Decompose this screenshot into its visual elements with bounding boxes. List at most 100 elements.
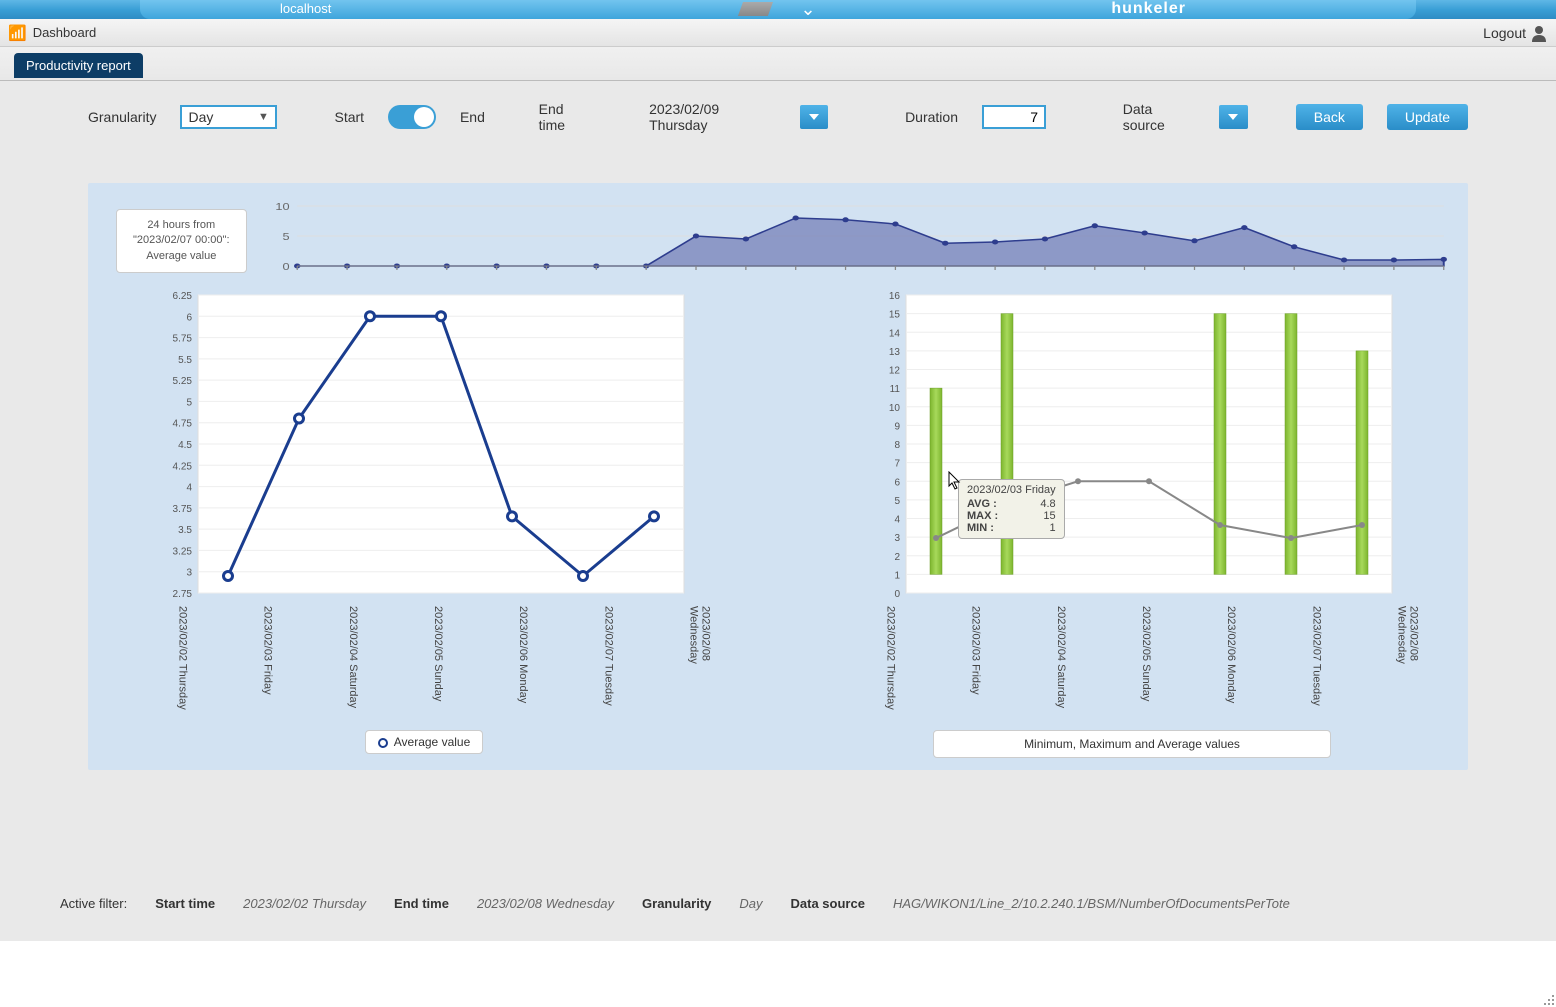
start-label: Start xyxy=(334,109,364,125)
svg-text:3.75: 3.75 xyxy=(173,504,193,515)
svg-text:3.25: 3.25 xyxy=(173,546,193,557)
end-label: End xyxy=(460,109,485,125)
svg-text:9: 9 xyxy=(894,421,900,432)
user-icon xyxy=(1530,24,1548,42)
info-line2: "2023/02/07 00:00": xyxy=(133,233,230,248)
svg-text:4.5: 4.5 xyxy=(178,440,192,451)
x-axis-label: 2023/02/04 Saturday xyxy=(347,606,359,716)
nav-right[interactable]: Logout xyxy=(1483,24,1548,42)
svg-text:15: 15 xyxy=(889,310,901,321)
chevron-down-icon[interactable]: ⌄ xyxy=(800,2,815,16)
charts-panel: 24 hours from "2023/02/07 00:00": Averag… xyxy=(88,183,1468,770)
chart-tooltip: 2023/02/03 Friday AVG :4.8 MAX :15 MIN :… xyxy=(958,479,1065,539)
right-chart-column: 012345678910111213141516 2023/02/02 Thur… xyxy=(808,289,1456,758)
update-button[interactable]: Update xyxy=(1387,104,1468,130)
timeline-info-box: 24 hours from "2023/02/07 00:00": Averag… xyxy=(116,209,247,273)
left-x-labels: 2023/02/02 Thursday 2023/02/03 Friday 2023… xyxy=(100,606,748,716)
logout-link[interactable]: Logout xyxy=(1483,25,1526,41)
svg-text:5: 5 xyxy=(186,397,192,408)
svg-text:0: 0 xyxy=(894,589,900,599)
top-center-icons: ⌄ xyxy=(740,2,815,16)
tab-strip: Productivity report xyxy=(0,47,1556,81)
legend-average: Average value xyxy=(365,730,484,754)
footer-start-value: 2023/02/02 Thursday xyxy=(243,896,366,911)
host-label: localhost xyxy=(280,1,331,16)
svg-text:4: 4 xyxy=(894,515,900,526)
footer-end-value: 2023/02/08 Wednesday xyxy=(477,896,614,911)
top-bar: localhost ⌄ hunkeler xyxy=(0,0,1556,19)
svg-text:4.25: 4.25 xyxy=(173,461,193,472)
average-line-chart[interactable]: 2.7533.253.53.7544.254.54.7555.255.55.75… xyxy=(100,289,748,599)
svg-text:6: 6 xyxy=(894,477,900,488)
chevron-down-icon: ▼ xyxy=(258,111,269,123)
resize-grip-icon[interactable] xyxy=(1540,991,1554,1005)
footer-ds-label: Data source xyxy=(791,896,865,911)
svg-text:5: 5 xyxy=(894,496,900,507)
svg-text:14: 14 xyxy=(889,328,901,339)
svg-text:5.25: 5.25 xyxy=(173,376,193,387)
x-axis-label: 2023/02/03 Friday xyxy=(970,606,982,716)
filter-controls: Granularity Day ▼ Start End End time 202… xyxy=(88,101,1468,133)
svg-text:8: 8 xyxy=(894,440,900,451)
nav-row: 📶 Dashboard Logout xyxy=(0,19,1556,47)
nav-left: 📶 Dashboard xyxy=(8,24,96,42)
endtime-value: 2023/02/09 Thursday xyxy=(649,101,775,133)
minmaxavg-chart[interactable]: 012345678910111213141516 xyxy=(808,289,1456,599)
footer-ds-value: HAG/WIKON1/Line_2/10.2.240.1/BSM/NumberO… xyxy=(893,896,1290,911)
x-axis-label: 2023/02/07 Tuesday xyxy=(1310,606,1322,716)
svg-text:10: 10 xyxy=(275,202,289,212)
x-axis-label: 2023/02/08 Wednesday xyxy=(687,606,711,716)
x-axis-label: 2023/02/05 Sunday xyxy=(432,606,444,716)
svg-text:13: 13 xyxy=(889,347,901,358)
left-chart-column: 2.7533.253.53.7544.254.54.7555.255.55.75… xyxy=(100,289,748,758)
x-axis-label: 2023/02/06 Monday xyxy=(1225,606,1237,716)
duration-input[interactable] xyxy=(982,105,1046,129)
datasource-label: Data source xyxy=(1123,101,1195,133)
svg-text:12: 12 xyxy=(889,366,901,377)
footer-start-label: Start time xyxy=(155,896,215,911)
svg-text:4.75: 4.75 xyxy=(173,419,193,430)
tooltip-title: 2023/02/03 Friday xyxy=(967,484,1056,496)
svg-text:3.5: 3.5 xyxy=(178,525,192,536)
timeline-chart[interactable]: 0 5 10 xyxy=(259,201,1456,281)
datasource-dropdown-button[interactable] xyxy=(1219,105,1248,129)
content-area: Granularity Day ▼ Start End End time 202… xyxy=(0,81,1556,941)
svg-text:16: 16 xyxy=(889,291,901,302)
info-line1: 24 hours from xyxy=(133,218,230,233)
dashboard-link[interactable]: Dashboard xyxy=(33,25,97,40)
tab-productivity-report[interactable]: Productivity report xyxy=(14,53,143,78)
brand-logo: hunkeler xyxy=(1111,0,1186,18)
svg-text:5.75: 5.75 xyxy=(173,334,193,345)
svg-text:5.5: 5.5 xyxy=(178,355,192,366)
svg-text:10: 10 xyxy=(889,403,901,414)
charts-row: 2.75 3 3.25 3.5 3.75 4 4.25 4.5 4.75 5 5.25 5.5 5.75… xyxy=(100,289,1456,758)
granularity-value: Day xyxy=(188,109,213,125)
svg-text:3: 3 xyxy=(186,568,192,579)
back-button[interactable]: Back xyxy=(1296,104,1363,130)
parallelogram-icon[interactable] xyxy=(738,2,773,16)
timeline-row: 24 hours from "2023/02/07 00:00": Averag… xyxy=(100,195,1456,281)
start-end-toggle[interactable] xyxy=(388,105,436,129)
active-filter-bar: Active filter: Start time 2023/02/02 Thu… xyxy=(60,896,1496,911)
circle-marker-icon xyxy=(378,738,388,748)
triangle-down-icon xyxy=(1228,114,1238,120)
svg-text:6: 6 xyxy=(186,312,192,323)
x-axis-label: 2023/02/03 Friday xyxy=(262,606,274,716)
toggle-knob xyxy=(414,107,434,127)
granularity-label: Granularity xyxy=(88,109,156,125)
svg-text:0: 0 xyxy=(282,262,289,272)
x-axis-label: 2023/02/04 Saturday xyxy=(1055,606,1067,716)
svg-text:5: 5 xyxy=(282,232,289,242)
x-axis-label: 2023/02/02 Thursday xyxy=(177,606,189,716)
svg-text:7: 7 xyxy=(894,459,900,470)
active-filter-label: Active filter: xyxy=(60,896,127,911)
svg-text:6.25: 6.25 xyxy=(173,291,193,302)
x-axis-label: 2023/02/07 Tuesday xyxy=(602,606,614,716)
endtime-label: End time xyxy=(539,101,592,133)
svg-text:3: 3 xyxy=(894,533,900,544)
granularity-select[interactable]: Day ▼ xyxy=(180,105,276,129)
endtime-datepicker-button[interactable] xyxy=(800,105,829,129)
svg-text:2.75: 2.75 xyxy=(173,589,193,599)
x-axis-label: 2023/02/08 Wednesday xyxy=(1395,606,1419,716)
x-axis-label: 2023/02/02 Thursday xyxy=(885,606,897,716)
